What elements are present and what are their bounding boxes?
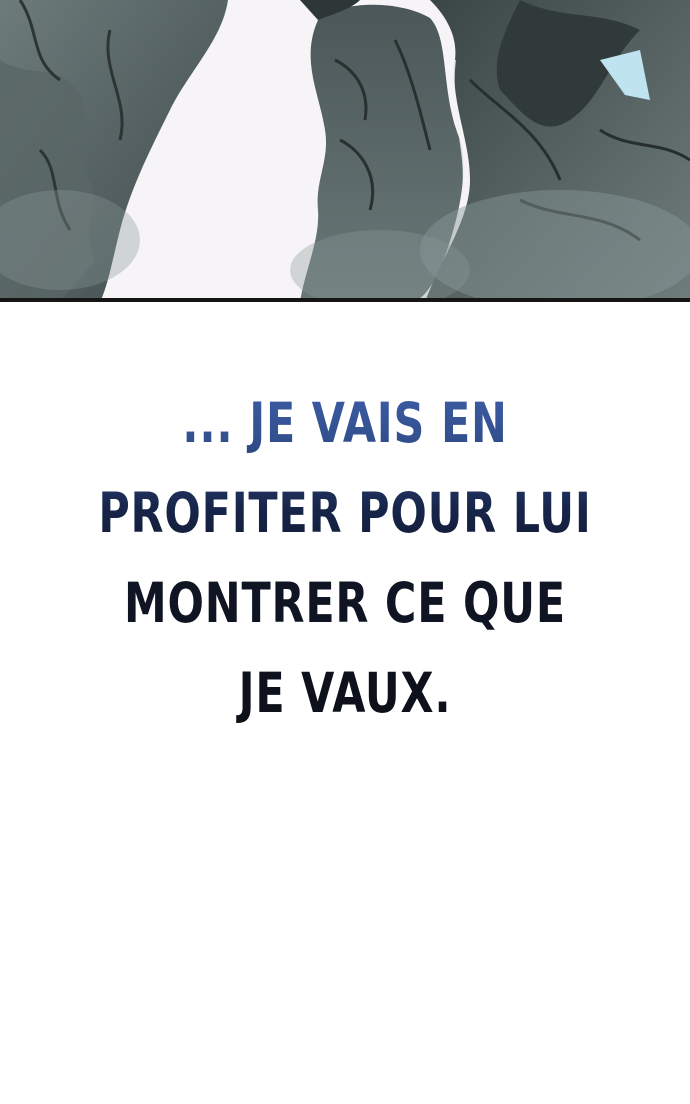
comic-panel-illustration [0, 0, 690, 302]
narration-caption: ... JE VAIS EN PROFITER POUR LUI MONTRER… [76, 378, 614, 738]
caption-line-1: ... JE VAIS EN [182, 391, 508, 455]
caption-line-2: PROFITER POUR LUI [98, 481, 592, 545]
panel-border [0, 298, 690, 302]
smoky-figures-artwork [0, 0, 690, 302]
caption-line-3: MONTRER CE QUE [124, 571, 566, 635]
caption-line-4: JE VAUX. [238, 661, 452, 725]
